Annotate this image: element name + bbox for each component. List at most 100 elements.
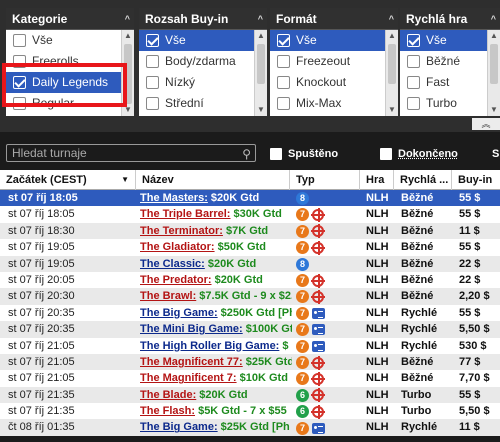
table-row[interactable]: st 07 říj 18:05 The Masters: $20K Gtd 8 NLH… xyxy=(0,190,500,207)
table-row[interactable]: st 07 říj 21:35 The Blade: $20K Gtd 6 NLH Tu… xyxy=(0,386,500,404)
filter-item[interactable]: Freerolls xyxy=(6,51,134,72)
checkbox[interactable] xyxy=(13,55,26,68)
scroll-up-icon[interactable]: ▲ xyxy=(386,30,398,42)
table-row[interactable]: st 07 říj 18:30 The Terminator: $7K Gtd 7 N… xyxy=(0,222,500,240)
scroll-thumb[interactable] xyxy=(124,44,132,104)
started-toggle[interactable]: Spuštěno xyxy=(270,148,338,161)
tournament-name[interactable]: The Classic: $20K Gtd xyxy=(140,256,292,272)
checkbox[interactable] xyxy=(407,97,420,110)
filter-item[interactable]: Body/zdarma xyxy=(139,51,267,72)
filter-item[interactable]: Turbo xyxy=(400,93,500,114)
col-game[interactable]: Hra xyxy=(360,170,394,190)
checkbox[interactable] xyxy=(277,55,290,68)
filter-item[interactable]: Nízký xyxy=(139,72,267,93)
scrollbar[interactable]: ▲ ▼ xyxy=(487,30,500,116)
scroll-down-icon[interactable]: ▼ xyxy=(255,104,267,116)
scroll-down-icon[interactable]: ▼ xyxy=(488,104,500,116)
filter-header[interactable]: Kategorie ^ xyxy=(6,8,134,30)
table-row[interactable]: st 07 říj 21:05 The Magnificent 7: $10K G… xyxy=(0,370,500,387)
col-name[interactable]: Název xyxy=(136,170,290,190)
type-cell: 7 xyxy=(296,419,358,435)
filter-item[interactable]: Knockout xyxy=(270,72,398,93)
checkbox[interactable] xyxy=(13,97,26,110)
scroll-up-icon[interactable]: ▲ xyxy=(122,30,134,42)
filter-item[interactable]: Běžné xyxy=(400,51,500,72)
filter-header[interactable]: Rozsah Buy-in ^ xyxy=(139,8,267,30)
filter-item[interactable]: Mix-Max xyxy=(270,93,398,114)
filter-item[interactable]: Vše xyxy=(270,30,398,51)
table-row[interactable]: st 07 říj 21:05 The Magnificent 77: $25K … xyxy=(0,353,500,371)
tournament-name[interactable]: The Blade: $20K Gtd xyxy=(140,387,292,403)
checkbox[interactable] xyxy=(277,34,290,47)
scrollbar[interactable]: ▲ ▼ xyxy=(254,30,267,116)
filter-item[interactable]: Regular xyxy=(6,93,134,114)
scroll-thumb[interactable] xyxy=(490,44,498,84)
started-checkbox[interactable] xyxy=(270,148,282,161)
table-row[interactable]: čt 08 říj 01:35 The Big Game: $25K Gtd [P… xyxy=(0,419,500,436)
collapse-icon[interactable]: ︽ xyxy=(472,118,500,130)
tournament-name[interactable]: The Brawl: $7.5K Gtd - 9 x $2. xyxy=(140,288,292,304)
scroll-thumb[interactable] xyxy=(388,44,396,84)
extra-toggle[interactable]: S xyxy=(492,148,499,160)
tournament-name[interactable]: The Mini Big Game: $100K Gt xyxy=(140,321,292,337)
scroll-down-icon[interactable]: ▼ xyxy=(386,104,398,116)
col-buyin[interactable]: Buy-in xyxy=(452,170,500,190)
checkbox[interactable] xyxy=(277,97,290,110)
tournament-name[interactable]: The Predator: $20K Gtd xyxy=(140,272,292,288)
type-cell: 6 xyxy=(296,403,358,419)
type-cell: 7 xyxy=(296,272,358,288)
finished-toggle[interactable]: Dokončeno xyxy=(380,148,458,161)
checkbox[interactable] xyxy=(13,34,26,47)
table-size-badge: 7 xyxy=(296,274,309,288)
table-row[interactable]: st 07 říj 21:05 The High Roller Big Game:… xyxy=(0,337,500,354)
filter-item[interactable]: Vše xyxy=(400,30,500,51)
table-row[interactable]: st 07 říj 20:05 The Predator: $20K Gtd 7 NL… xyxy=(0,271,500,289)
tournament-name[interactable]: The Big Game: $250K Gtd [Ph xyxy=(140,305,292,321)
table-row[interactable]: st 07 říj 19:05 The Classic: $20K Gtd 8 NLH… xyxy=(0,255,500,272)
table-row[interactable]: st 07 říj 18:05 The Triple Barrel: $30K G… xyxy=(0,206,500,223)
tournament-name[interactable]: The Big Game: $25K Gtd [Ph xyxy=(140,419,292,435)
scroll-up-icon[interactable]: ▲ xyxy=(255,30,267,42)
table-row[interactable]: st 07 říj 19:05 The Gladiator: $50K Gtd 7 N… xyxy=(0,239,500,256)
checkbox[interactable] xyxy=(13,76,26,89)
filter-item[interactable]: Fast xyxy=(400,72,500,93)
filter-header[interactable]: Formát ^ xyxy=(270,8,398,30)
tournament-name[interactable]: The Gladiator: $50K Gtd xyxy=(140,239,292,255)
search-input[interactable]: Hledat turnaje ⚲ xyxy=(6,144,256,162)
scrollbar[interactable]: ▲ ▼ xyxy=(121,30,134,116)
filter-item[interactable]: Vše xyxy=(6,30,134,51)
scrollbar[interactable]: ▲ ▼ xyxy=(385,30,398,116)
filter-item[interactable]: Střední xyxy=(139,93,267,114)
checkbox[interactable] xyxy=(146,55,159,68)
checkbox[interactable] xyxy=(407,55,420,68)
scroll-down-icon[interactable]: ▼ xyxy=(122,104,134,116)
table-row[interactable]: st 07 říj 20:30 The Brawl: $7.5K Gtd - 9 … xyxy=(0,288,500,305)
filter-header[interactable]: Rychlá hra ^ xyxy=(400,8,500,30)
filter-item[interactable]: Daily Legends xyxy=(6,72,134,93)
tournament-name[interactable]: The Terminator: $7K Gtd xyxy=(140,223,292,239)
tournament-name[interactable]: The Flash: $5K Gtd - 7 x $55 xyxy=(140,403,292,419)
table-row[interactable]: st 07 říj 21:35 The Flash: $5K Gtd - 7 x … xyxy=(0,403,500,420)
filter-item[interactable]: Freezeout xyxy=(270,51,398,72)
tournament-name[interactable]: The High Roller Big Game: $ xyxy=(140,338,292,354)
scroll-up-icon[interactable]: ▲ xyxy=(488,30,500,42)
col-start[interactable]: Začátek (CEST) ▼ xyxy=(0,170,136,190)
tournament-name[interactable]: The Masters: $20K Gtd xyxy=(140,190,292,206)
checkbox[interactable] xyxy=(407,34,420,47)
checkbox[interactable] xyxy=(407,76,420,89)
finished-checkbox[interactable] xyxy=(380,148,392,161)
col-type[interactable]: Typ xyxy=(290,170,360,190)
table-row[interactable]: st 07 říj 20:35 The Big Game: $250K Gtd [… xyxy=(0,304,500,322)
checkbox[interactable] xyxy=(146,76,159,89)
table-row[interactable]: st 07 říj 20:35 The Mini Big Game: $100K … xyxy=(0,321,500,338)
tournament-name[interactable]: The Triple Barrel: $30K Gtd xyxy=(140,206,292,222)
checkbox[interactable] xyxy=(146,34,159,47)
checkbox[interactable] xyxy=(146,97,159,110)
filter-item[interactable]: Vše xyxy=(139,30,267,51)
col-speed[interactable]: Rychlá ... xyxy=(394,170,452,190)
speed: Turbo xyxy=(401,405,432,418)
checkbox[interactable] xyxy=(277,76,290,89)
scroll-thumb[interactable] xyxy=(257,44,265,84)
tournament-name[interactable]: The Magnificent 77: $25K Gtd xyxy=(140,354,292,370)
tournament-name[interactable]: The Magnificent 7: $10K Gtd xyxy=(140,370,292,386)
